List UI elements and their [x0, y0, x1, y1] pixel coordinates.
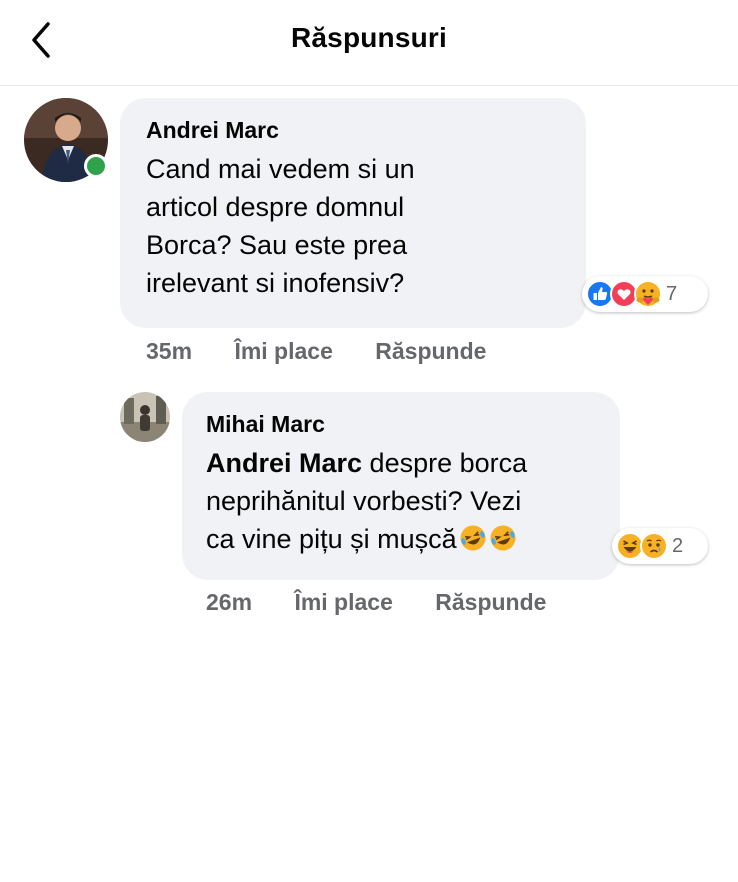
- comment-text-line: irelevant si inofensiv?: [146, 268, 405, 298]
- comment-timestamp[interactable]: 35m: [146, 338, 192, 364]
- header-bar: Răspunsuri: [0, 0, 738, 86]
- comment-text: Andrei Marc despre borca neprihănitul vo…: [206, 444, 596, 558]
- reaction-count: 7: [666, 282, 678, 305]
- comment-timestamp[interactable]: 26m: [206, 589, 252, 615]
- comment-text: Cand mai vedem si un articol despre domn…: [146, 150, 560, 302]
- comment-author[interactable]: Mihai Marc: [206, 410, 596, 438]
- comment-text-fragment: despre borca: [362, 448, 528, 478]
- comment-actions: 35m Îmi place Răspunde: [146, 338, 522, 365]
- like-button[interactable]: Îmi place: [234, 338, 332, 364]
- reply-button[interactable]: Răspunde: [375, 338, 486, 364]
- comment-text-fragment: ca vine pițu și mușcă: [206, 524, 457, 554]
- like-button[interactable]: Îmi place: [294, 589, 392, 615]
- sad-reaction-icon: [640, 532, 668, 560]
- care-reaction-icon: [634, 280, 662, 308]
- reaction-count: 2: [672, 534, 684, 557]
- comment-text-line: Cand mai vedem si un: [146, 154, 415, 184]
- comment-text-line: articol despre domnul: [146, 192, 405, 222]
- reply-button[interactable]: Răspunde: [435, 589, 546, 615]
- reaction-summary[interactable]: 7: [582, 276, 708, 312]
- mention-link[interactable]: Andrei Marc: [206, 448, 362, 478]
- comment-author[interactable]: Andrei Marc: [146, 116, 560, 144]
- comment-text-line: Borca? Sau este prea: [146, 230, 408, 260]
- page-title: Răspunsuri: [290, 22, 448, 53]
- avatar[interactable]: [120, 392, 170, 442]
- comment-bubble[interactable]: Mihai Marc Andrei Marc despre borca nepr…: [182, 392, 620, 580]
- comment-bubble[interactable]: Andrei Marc Cand mai vedem si un articol…: [120, 98, 586, 328]
- online-status-indicator: [84, 154, 108, 178]
- reaction-summary[interactable]: 2: [612, 528, 708, 564]
- rolling-laughing-emoji: [460, 525, 486, 551]
- comment-text-line: neprihănitul vorbesti? Vezi: [206, 486, 522, 516]
- rolling-laughing-emoji: [490, 525, 516, 551]
- comment-actions: 26m Îmi place Răspunde: [206, 589, 582, 616]
- comment-text-line: ca vine pițu și mușcă: [206, 520, 596, 558]
- comment-text-line: Andrei Marc despre borca: [206, 444, 596, 482]
